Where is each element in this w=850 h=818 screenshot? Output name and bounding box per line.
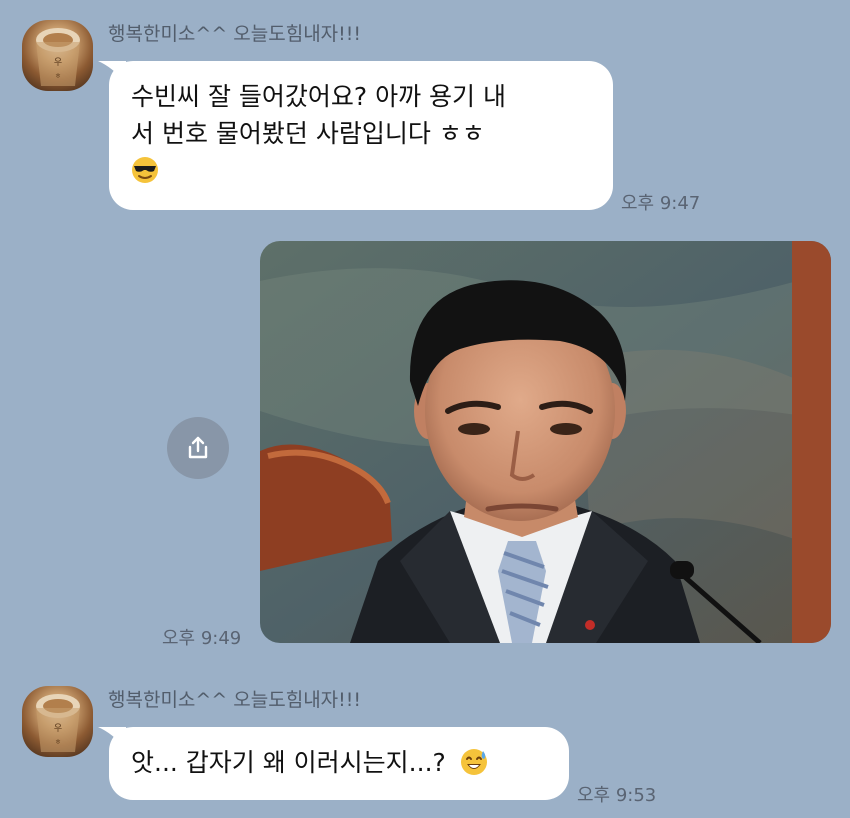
- message-text-line: 서 번호 물어봤던 사람입니다 ㅎㅎ: [131, 119, 485, 148]
- grinning-face-with-sweat-icon: [460, 749, 487, 775]
- photo-message[interactable]: [260, 241, 831, 643]
- smiling-face-with-sunglasses-icon: [132, 157, 158, 183]
- message-bubble[interactable]: 수빈씨 잘 들어갔어요? 아까 용기 내 서 번호 물어봤던 사람입니다 ㅎㅎ: [98, 61, 613, 210]
- share-icon: [188, 436, 208, 459]
- svg-text:ㅎ: ㅎ: [55, 72, 61, 80]
- svg-text:우: 우: [54, 723, 62, 734]
- message-time: 오후 9:53: [577, 785, 657, 806]
- bubble-tail: [98, 61, 126, 83]
- share-button[interactable]: [167, 417, 229, 479]
- sender-avatar[interactable]: 우 ㅎ: [22, 686, 93, 757]
- man-in-suit-photo: [260, 241, 831, 643]
- sender-name: 행복한미소^^ 오늘도힘내자!!!: [108, 689, 362, 711]
- message-text-line: 수빈씨 잘 들어갔어요? 아까 용기 내: [131, 82, 507, 111]
- bubble-tail: [98, 727, 126, 749]
- svg-text:우: 우: [54, 57, 62, 68]
- message-time: 오후 9:49: [162, 628, 242, 649]
- message-time: 오후 9:47: [621, 193, 701, 214]
- message-bubble[interactable]: 앗... 갑자기 왜 이러시는지...?: [98, 727, 569, 800]
- svg-text:ㅎ: ㅎ: [55, 738, 61, 746]
- message-text: 앗... 갑자기 왜 이러시는지...?: [131, 748, 446, 777]
- sender-name: 행복한미소^^ 오늘도힘내자!!!: [108, 23, 362, 45]
- sender-avatar[interactable]: 우 ㅎ: [22, 20, 93, 91]
